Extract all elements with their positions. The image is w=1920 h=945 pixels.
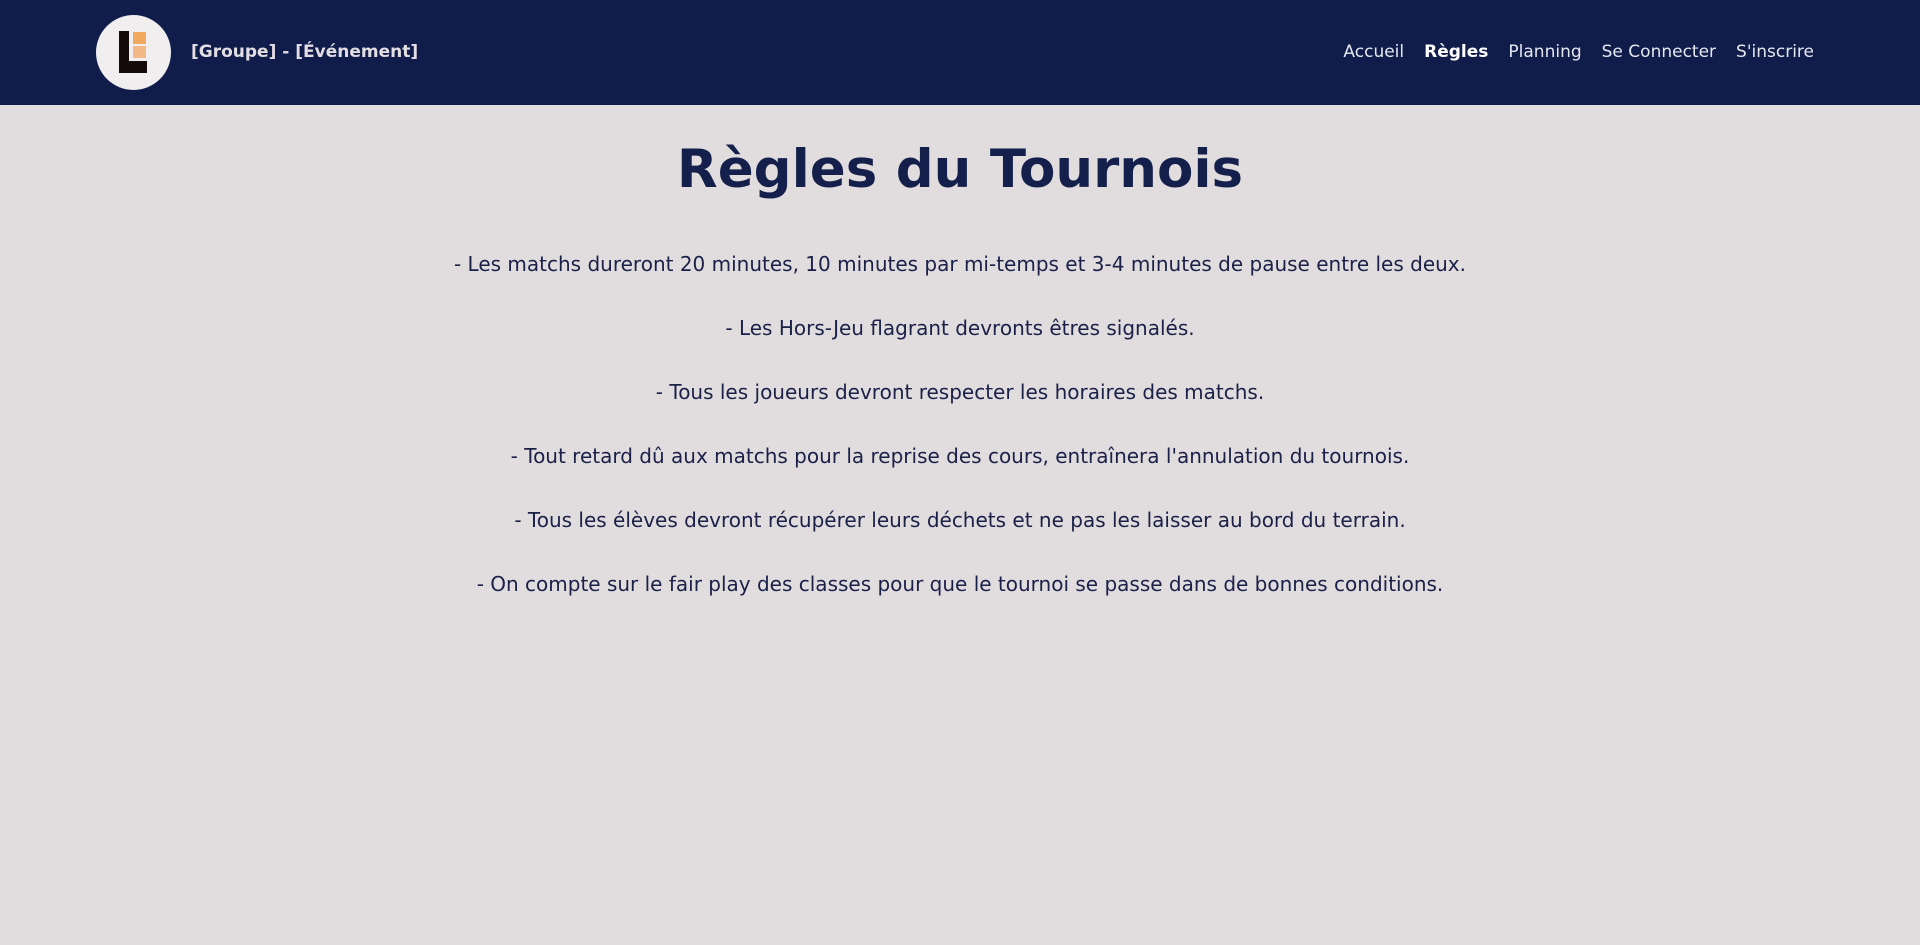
letter-l-logo-icon	[119, 31, 147, 73]
nav-link-accueil[interactable]: Accueil	[1343, 41, 1404, 63]
rule-item: - On compte sur le fair play des classes…	[476, 572, 1444, 596]
site-title[interactable]: [Groupe] - [Événement]	[191, 41, 418, 63]
rule-item: - Les matchs dureront 20 minutes, 10 min…	[453, 252, 1466, 276]
nav-link-regles[interactable]: Règles	[1424, 41, 1488, 63]
nav-link-sinscrire[interactable]: S'inscrire	[1736, 41, 1814, 63]
nav-link-se-connecter[interactable]: Se Connecter	[1602, 41, 1716, 63]
main-navigation: Accueil Règles Planning Se Connecter S'i…	[1343, 41, 1814, 63]
rule-item: - Tout retard dû aux matchs pour la repr…	[510, 444, 1410, 468]
rule-item: - Tous les élèves devront récupérer leur…	[514, 508, 1406, 532]
top-navbar: [Groupe] - [Événement] Accueil Règles Pl…	[0, 0, 1920, 105]
rules-list: - Les matchs dureront 20 minutes, 10 min…	[0, 249, 1920, 633]
rule-item: - Tous les joueurs devront respecter les…	[655, 380, 1265, 404]
page-title: Règles du Tournois	[676, 139, 1244, 200]
rule-item: - Les Hors-Jeu flagrant devronts êtres s…	[725, 316, 1195, 340]
nav-link-planning[interactable]: Planning	[1508, 41, 1581, 63]
site-logo[interactable]	[96, 15, 171, 90]
